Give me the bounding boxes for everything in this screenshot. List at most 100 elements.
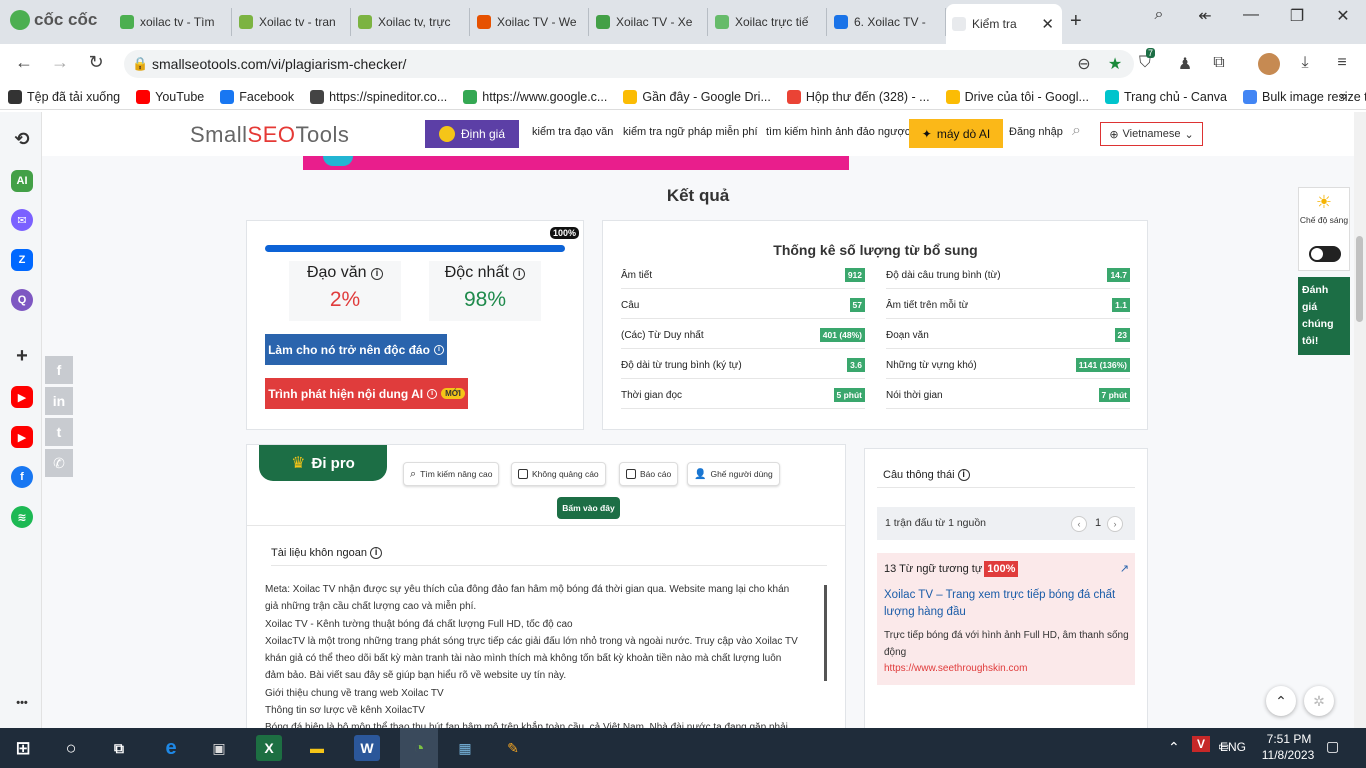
bug-report-icon[interactable]: ✲ — [1304, 686, 1334, 716]
reload-button[interactable]: ↻ — [84, 52, 108, 73]
site-logo[interactable]: SmallSEOTools — [190, 122, 349, 148]
back-to-tab-icon[interactable]: ↞ — [1190, 6, 1220, 26]
forward-button[interactable]: → — [48, 52, 72, 73]
excel-icon[interactable]: X — [256, 735, 282, 761]
ai-assistant-icon[interactable]: AI — [11, 170, 33, 192]
browser-tab[interactable]: Xoilac TV - Xe — [590, 8, 708, 36]
tray-chevron-icon[interactable]: ⌃ — [1168, 739, 1180, 756]
feature-reports[interactable]: Báo cáo — [619, 462, 679, 486]
match-url[interactable]: https://www.seethroughskin.com — [884, 663, 1027, 674]
more-bookmarks-icon[interactable]: » — [1340, 88, 1347, 103]
info-icon[interactable]: i — [370, 547, 383, 559]
bookmark-item[interactable]: Tệp đã tải xuống — [0, 89, 128, 104]
match-title-link[interactable]: Xoilac TV – Trang xem trực tiếp bóng đá … — [884, 587, 1129, 621]
language-indicator[interactable]: ENG — [1220, 740, 1246, 754]
add-sidebar-app-icon[interactable]: + — [11, 345, 33, 367]
document-scrollbar[interactable] — [824, 585, 827, 681]
feature-no-ads[interactable]: Không quảng cáo — [511, 462, 606, 486]
zalo-icon[interactable]: Z — [11, 249, 33, 271]
ad-banner[interactable] — [303, 156, 849, 170]
youtube-icon-2[interactable]: ▶ — [11, 426, 33, 448]
share-twitter-button[interactable]: t — [45, 418, 73, 446]
browser-tab[interactable]: Xoilac tv - tran — [233, 8, 351, 36]
info-icon[interactable]: i — [513, 268, 526, 280]
bookmark-star-icon[interactable]: ★ — [1104, 54, 1126, 74]
menu-icon[interactable]: ≡ — [1331, 54, 1353, 72]
search-circle-icon[interactable]: ○ — [58, 735, 84, 761]
vietkey-icon[interactable]: V — [1192, 736, 1211, 752]
browser-brand[interactable]: cốc cốc — [10, 10, 97, 30]
close-window-button[interactable]: ✕ — [1328, 6, 1358, 26]
bookmark-item[interactable]: https://www.google.c... — [455, 89, 615, 104]
browser-tab[interactable]: xoilac tv - Tìm — [114, 8, 232, 36]
nav-grammar[interactable]: kiểm tra ngữ pháp miễn phí — [623, 126, 758, 138]
info-icon[interactable]: i — [957, 469, 970, 481]
minimize-button[interactable]: — — [1236, 6, 1266, 24]
browser-tab[interactable]: Xoilac TV - We — [471, 8, 589, 36]
download-icon[interactable]: ⤓ — [1294, 54, 1316, 72]
store-icon[interactable]: ▣ — [206, 735, 232, 761]
zoom-icon[interactable]: ⊖ — [1073, 54, 1095, 74]
bookmark-item[interactable]: Gần đây - Google Dri... — [615, 89, 779, 104]
nav-reverse-image[interactable]: tìm kiếm hình ảnh đảo ngược — [766, 126, 910, 138]
language-select[interactable]: ⊕ Vietnamese ⌄ — [1100, 122, 1203, 146]
scroll-top-button[interactable]: ⌃ — [1266, 686, 1296, 716]
share-linkedin-button[interactable]: in — [45, 387, 73, 415]
facebook-icon[interactable]: f — [11, 466, 33, 488]
task-view-icon[interactable]: ⧉ — [106, 735, 132, 761]
new-tab-button[interactable]: + — [1070, 10, 1082, 33]
browser-tab[interactable]: Xoilac tv, trực — [352, 8, 470, 36]
page-scrollbar-thumb[interactable] — [1356, 236, 1363, 322]
notification-icon[interactable]: ▢ — [1326, 738, 1339, 755]
go-pro-tab[interactable]: ♛ Đi pro — [259, 445, 387, 481]
back-button[interactable]: ← — [12, 52, 36, 73]
url-bar[interactable]: 🔒 smallseotools.com/vi/plagiarism-checker… — [124, 50, 1134, 78]
theme-toggle[interactable] — [1309, 246, 1341, 262]
pricing-button[interactable]: Định giá — [425, 120, 519, 148]
ai-detector-button[interactable]: ✦ máy dò AI — [909, 119, 1003, 148]
document-text[interactable]: Meta: Xoilac TV nhận được sự yêu thích c… — [265, 581, 827, 728]
clock-date[interactable]: 11/8/2023 — [1256, 748, 1320, 762]
paint-icon[interactable]: ✎ — [500, 735, 526, 761]
feature-advanced-search[interactable]: ⌕ Tìm kiếm nâng cao — [403, 462, 500, 486]
nav-plagiarism[interactable]: kiểm tra đạo văn — [532, 126, 613, 138]
prev-page-button[interactable]: ‹ — [1071, 516, 1087, 532]
share-whatsapp-button[interactable]: ✆ — [45, 449, 73, 477]
login-link[interactable]: Đăng nhập — [1009, 126, 1063, 138]
browser-tab[interactable]: Kiểm tra ✕ — [946, 4, 1062, 44]
file-explorer-icon[interactable]: ▬ — [304, 735, 330, 761]
bookmark-item[interactable]: Facebook — [212, 89, 302, 104]
extensions-icon[interactable]: ⧉ — [1208, 54, 1230, 72]
spotify-icon[interactable]: ≋ — [11, 506, 33, 528]
browser-tab[interactable]: Xoilac trực tiế — [709, 8, 827, 36]
ai-content-detector-button[interactable]: Trình phát hiện nội dung AI i MỚI — [265, 378, 468, 409]
bookmark-item[interactable]: https://spineditor.co... — [302, 89, 455, 104]
bookmark-item[interactable]: Hộp thư đến (328) - ... — [779, 89, 938, 104]
make-unique-button[interactable]: Làm cho nó trở nên độc đáo i — [265, 334, 447, 365]
info-icon[interactable]: i — [371, 268, 384, 280]
click-here-button[interactable]: Bấm vào đây — [557, 497, 620, 519]
word-icon[interactable]: W — [354, 735, 380, 761]
bookmark-item[interactable]: YouTube — [128, 89, 212, 104]
coccoc-taskbar-icon[interactable]: ◔ — [400, 728, 438, 768]
next-page-button[interactable]: › — [1107, 516, 1123, 532]
avatar[interactable] — [1258, 53, 1280, 75]
sidebar-more-icon[interactable]: ••• — [11, 692, 33, 714]
shield-extension-icon[interactable]: ⛉ 7 — [1134, 48, 1156, 72]
close-tab-icon[interactable]: ✕ — [1041, 15, 1054, 33]
youtube-icon[interactable]: ▶ — [11, 386, 33, 408]
messenger-icon[interactable]: ✉ — [11, 209, 33, 231]
external-link-icon[interactable]: ↗ — [1120, 562, 1129, 575]
tab-search-icon[interactable]: ⌕ — [1144, 6, 1174, 24]
browser-tab[interactable]: 6. Xoilac TV - — [828, 8, 946, 36]
rate-us-button[interactable]: Đánh giá chúng tôi! — [1298, 277, 1350, 355]
maximize-button[interactable]: ❐ — [1282, 6, 1312, 26]
profile-extension-icon[interactable]: ♟ — [1174, 54, 1196, 74]
page-scrollbar[interactable] — [1354, 112, 1366, 728]
bookmark-item[interactable]: Drive của tôi - Googl... — [938, 89, 1097, 104]
photos-icon[interactable]: ▦ — [452, 735, 478, 761]
history-icon[interactable]: ⟲ — [11, 128, 33, 150]
clock-time[interactable]: 7:51 PM — [1262, 732, 1316, 746]
bookmark-item[interactable]: Trang chủ - Canva — [1097, 89, 1235, 104]
feature-user-seats[interactable]: 👤 Ghế người dùng — [687, 462, 780, 486]
